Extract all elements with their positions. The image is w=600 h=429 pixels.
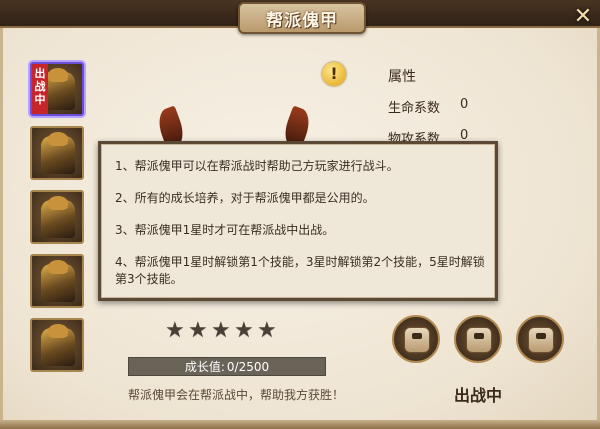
help-tooltip: 1、帮派傀甲可以在帮派战时帮助己方玩家进行战斗。 2、所有的成长培养，对于帮派傀… bbox=[98, 141, 498, 301]
title-plate: 帮派傀甲 bbox=[238, 2, 366, 34]
bottom-border bbox=[0, 420, 600, 429]
locked-skill-icon[interactable] bbox=[516, 315, 564, 363]
locked-skill-icon[interactable] bbox=[454, 315, 502, 363]
footer-description: 帮派傀甲会在帮派战中，帮助我方获胜！ bbox=[128, 388, 345, 402]
star-icon: ★ bbox=[211, 318, 231, 343]
side-item-2[interactable] bbox=[30, 126, 84, 180]
star-icon: ★ bbox=[188, 318, 208, 343]
star-icon: ★ bbox=[234, 318, 254, 343]
tooltip-line: 2、所有的成长培养，对于帮派傀甲都是公用的。 bbox=[115, 191, 375, 205]
side-item-3[interactable] bbox=[30, 190, 84, 244]
star-rating: ★ ★ ★ ★ ★ bbox=[165, 318, 280, 343]
window-title: 帮派傀甲 bbox=[266, 10, 338, 31]
side-item-5[interactable] bbox=[30, 318, 84, 372]
star-icon: ★ bbox=[165, 318, 185, 343]
close-icon[interactable]: ✕ bbox=[570, 4, 596, 30]
side-item-4[interactable] bbox=[30, 254, 84, 308]
tooltip-line: 4、帮派傀甲1星时解锁第1个技能，3星时解锁第2个技能，5星时解锁第3个技能。 bbox=[115, 255, 485, 286]
attr-label: 生命系数 bbox=[388, 101, 441, 116]
attributes-header: 属性 bbox=[388, 69, 416, 85]
tooltip-line: 3、帮派傀甲1星时才可在帮派战中出战。 bbox=[115, 223, 335, 237]
growth-value: 0/2500 bbox=[226, 359, 270, 374]
deploy-status[interactable]: 出战中 bbox=[454, 382, 502, 406]
active-tag: 出战中 bbox=[32, 64, 48, 114]
growth-label: 成长值: bbox=[184, 360, 225, 374]
info-icon[interactable]: ! bbox=[322, 62, 346, 86]
growth-bar: 成长值: 0/2500 bbox=[128, 357, 326, 376]
side-item-1[interactable]: 出战中 bbox=[30, 62, 84, 116]
tooltip-line: 1、帮派傀甲可以在帮派战时帮助己方玩家进行战斗。 bbox=[115, 159, 399, 173]
star-icon: ★ bbox=[257, 318, 277, 343]
game-screen: 帮派傀甲 ✕ 出战中 ! 属性 生命系数 0 物攻系数 0 ★ ★ ★ ★ ★ … bbox=[0, 0, 600, 429]
attr-value: 0 bbox=[460, 97, 469, 112]
locked-skill-icon[interactable] bbox=[392, 315, 440, 363]
